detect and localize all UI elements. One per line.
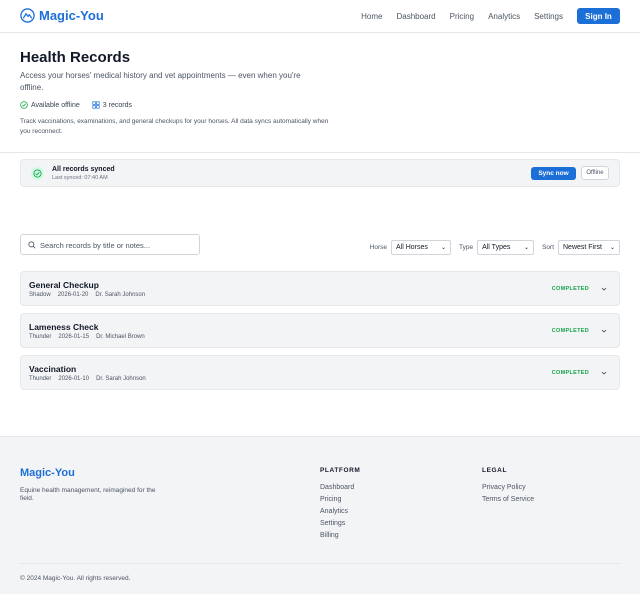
chevron-down-icon: ⌄ [524,245,530,251]
footer-brand[interactable]: Magic-You [20,467,75,479]
search-icon [28,241,36,249]
chevron-down-icon: ⌄ [440,245,446,251]
page-title: Health Records [20,49,131,66]
nav-pricing[interactable]: Pricing [450,12,474,21]
horse-filter-select[interactable]: All Horses ⌄ [390,240,451,255]
record-meta: Thunder 2026-01-10 Dr. Sarah Johnson [29,376,146,382]
mountain-logo-icon [20,8,35,23]
record-horse: Shadow [29,292,51,298]
hero-badges: Available offline 3 records [20,101,132,109]
records-count-badge: 3 records [92,101,132,109]
nav-analytics[interactable]: Analytics [488,12,520,21]
nav-home[interactable]: Home [361,12,382,21]
footer-legal-heading: LEGAL [482,467,508,474]
footer-platform-column: PLATFORM Dashboard Pricing Analytics Set… [320,467,360,544]
footer-link-analytics[interactable]: Analytics [320,508,360,516]
record-date: 2026-01-10 [58,376,90,382]
sign-in-button[interactable]: Sign In [577,8,620,24]
horse-filter-label: Horse [369,244,387,251]
chevron-down-icon: ⌄ [609,245,615,251]
chevron-down-icon[interactable] [600,285,608,293]
footer-legal-column: LEGAL Privacy Policy Terms of Service [482,467,534,508]
record-horse: Thunder [29,376,52,382]
search-input[interactable] [40,238,195,252]
sort-label: Sort [542,244,554,251]
footer-link-settings[interactable]: Settings [320,520,360,528]
footer-link-dashboard[interactable]: Dashboard [320,484,360,492]
page-description: Track vaccinations, examinations, and ge… [20,118,329,135]
record-card[interactable]: Lameness Check Thunder 2026-01-15 Dr. Mi… [20,313,620,348]
record-date: 2026-01-15 [58,334,90,340]
brand-name: Magic-You [39,8,104,23]
footer-link-pricing[interactable]: Pricing [320,496,360,504]
offline-badge: Available offline [20,101,80,109]
sync-check-icon [31,167,44,180]
record-card[interactable]: Vaccination Thunder 2026-01-10 Dr. Sarah… [20,355,620,390]
horse-filter-value: All Horses [395,244,428,251]
nav-settings[interactable]: Settings [534,12,563,21]
record-meta: Thunder 2026-01-15 Dr. Michael Brown [29,334,145,340]
footer-link-terms[interactable]: Terms of Service [482,496,534,504]
record-vet: Dr. Sarah Johnson [95,292,146,298]
record-vet: Dr. Michael Brown [96,334,145,340]
site-footer: Magic-You Equine health management, reim… [0,436,640,594]
sync-title: All records synced [52,166,115,173]
offline-toggle-button[interactable]: Offline [581,166,609,180]
status-badge: COMPLETED [551,328,589,334]
type-filter-value: All Types [482,244,511,251]
record-title: Vaccination [29,364,77,374]
type-filter-label: Type [458,244,474,251]
footer-copyright: © 2024 Magic-You. All rights reserved. [20,575,131,582]
offline-badge-label: Available offline [31,101,80,109]
sync-status-bar: All records synced Last synced: 07:40 AM… [20,159,620,187]
nav-dashboard[interactable]: Dashboard [396,12,435,21]
page-hero: Health Records Access your horses' medic… [0,33,640,153]
top-navbar: Magic-You Home Dashboard Pricing Analyti… [0,0,640,33]
records-count-label: 3 records [102,101,132,109]
record-horse: Thunder [29,334,52,340]
main-nav: Home Dashboard Pricing Analytics Setting… [361,8,620,24]
status-badge: COMPLETED [551,286,589,292]
record-title: General Checkup [29,280,99,290]
sort-select[interactable]: Newest First ⌄ [558,240,620,255]
search-box [20,234,200,255]
type-filter-select[interactable]: All Types ⌄ [477,240,535,255]
record-meta: Shadow 2026-01-20 Dr. Sarah Johnson [29,292,145,298]
footer-tagline: Equine health management, reimagined for… [20,487,156,502]
record-vet: Dr. Sarah Johnson [96,376,146,382]
chevron-down-icon[interactable] [600,327,608,335]
record-title: Lameness Check [29,322,99,332]
footer-platform-heading: PLATFORM [320,467,361,474]
brand-logo[interactable]: Magic-You [20,8,104,23]
chevron-down-icon[interactable] [600,369,608,377]
last-synced-time: Last synced: 07:40 AM [52,175,108,181]
sync-now-button[interactable]: Sync now [531,167,576,180]
sort-value: Newest First [563,244,602,251]
footer-divider [20,563,620,564]
footer-link-privacy[interactable]: Privacy Policy [482,484,534,492]
record-date: 2026-01-20 [57,292,89,298]
filter-bar: Horse All Horses ⌄ Type All Types ⌄ Sort… [370,240,620,255]
grid-icon [92,101,100,109]
status-badge: COMPLETED [551,370,589,376]
check-circle-icon [20,101,28,109]
record-card[interactable]: General Checkup Shadow 2026-01-20 Dr. Sa… [20,271,620,306]
footer-link-billing[interactable]: Billing [320,532,360,540]
page-subtitle: Access your horses' medical history and … [20,71,301,92]
